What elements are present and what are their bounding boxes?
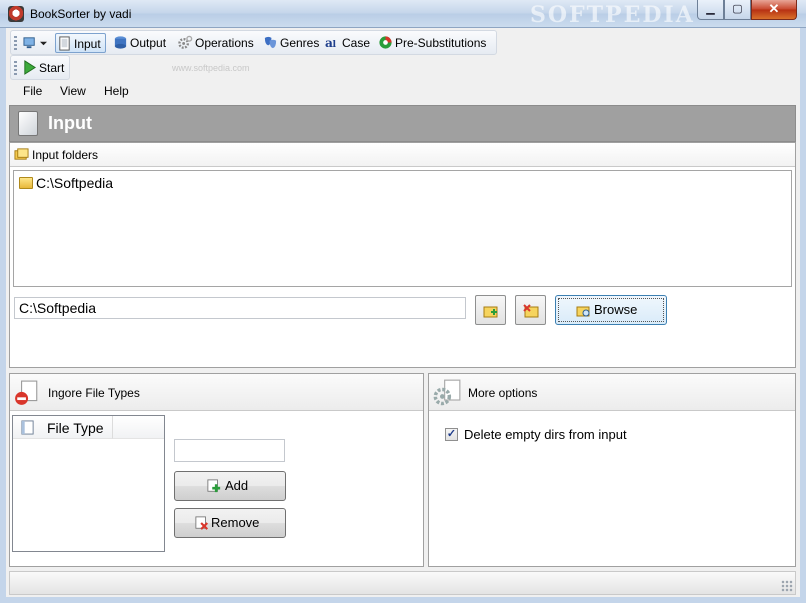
resize-grip[interactable] [781,580,793,592]
ignore-file-types-panel: Ingore File Types File Type Add Remove [9,373,424,567]
add-folder-button[interactable] [475,295,506,325]
delete-empty-dirs-label[interactable]: Delete empty dirs from input [464,427,627,442]
close-button[interactable]: ✕ [751,0,797,20]
folder-path: C:\Softpedia [36,175,114,191]
computer-icon [23,37,35,49]
tab-case-label: Case [342,36,371,50]
more-options-panel: More options ✓ Delete empty dirs from in… [428,373,796,567]
add-label: Add [225,478,249,493]
menu-file[interactable]: File [23,84,42,98]
no-document-icon [15,380,38,405]
gears-icon [178,35,193,49]
menu-view[interactable]: View [60,84,86,98]
column-header-filler [113,416,164,439]
folders-list[interactable]: C:\Softpedia [13,170,792,287]
softpedia-url-watermark: www.softpedia.com [172,63,250,73]
more-options-header: More options [429,374,795,411]
file-type-input[interactable] [174,439,285,462]
document-icon [21,420,34,435]
list-item[interactable]: C:\Softpedia [18,175,113,193]
settings-icon [433,379,461,406]
browse-label: Browse [594,302,638,317]
more-options-heading: More options [468,386,538,400]
start-toolbar: Start [10,55,70,80]
tab-case[interactable]: a l Case [324,33,370,53]
section-header: Input [9,105,796,142]
remove-folder-button[interactable] [515,295,546,325]
tab-genres-label: Genres [280,36,320,50]
input-folders-header: Input folders [10,143,795,167]
delete-empty-dirs-checkbox[interactable]: ✓ [445,428,458,441]
start-button[interactable]: Start [21,58,64,78]
window-title: BookSorter by vadi [30,7,132,21]
tab-operations[interactable]: Operations [177,33,254,53]
tab-output[interactable]: Output [112,33,166,53]
app-icon[interactable] [8,6,24,22]
disk-icon [114,36,127,49]
chevron-down-icon [40,41,47,46]
tab-input-label: Input [74,37,101,51]
file-type-list[interactable]: File Type [12,415,165,552]
document-icon [59,36,70,51]
section-title: Input [48,113,92,133]
column-header-label: File Type [47,420,104,436]
main-toolbar: Input Output Operations Genres a l Case [10,30,497,55]
add-icon [207,479,221,493]
remove-button[interactable]: Remove [174,508,286,538]
ignore-file-types-header: Ingore File Types [10,374,423,411]
refresh-icon [379,36,392,49]
tab-pre-substitutions[interactable]: Pre-Substitutions [377,33,486,53]
folder-search-icon [576,306,590,317]
remove-icon [195,516,209,530]
toolbar-dropdown[interactable] [21,33,49,53]
start-label: Start [39,61,65,75]
folders-icon [14,148,29,160]
document-icon [18,111,38,136]
tab-output-label: Output [130,36,167,50]
folder-path-input[interactable] [14,297,466,319]
toolbar-grip[interactable] [14,36,17,50]
status-bar [9,571,796,595]
softpedia-watermark: SOFTPEDIA [530,2,695,28]
tab-operations-label: Operations [195,36,254,50]
toolbar-grip[interactable] [14,61,17,75]
menu-help[interactable]: Help [104,84,129,98]
ignore-file-types-heading: Ingore File Types [48,386,140,400]
tab-pre-substitutions-label: Pre-Substitutions [395,36,487,50]
folder-remove-icon [523,304,539,318]
add-button[interactable]: Add [174,471,286,501]
title-bar: BookSorter by vadi SOFTPEDIA ▁ ▢ ✕ [0,0,806,28]
input-folders-panel: Input folders C:\Softpedia Browse [9,142,796,368]
tab-input[interactable]: Input [55,33,106,53]
masks-icon [264,36,277,49]
text-case-icon: a l [325,36,337,50]
play-icon [24,60,36,75]
maximize-button[interactable]: ▢ [724,0,751,20]
svg-text:l: l [333,39,337,50]
tab-genres[interactable]: Genres [262,33,319,53]
column-header-file-type[interactable]: File Type [13,416,113,439]
folder-add-icon [483,306,498,318]
browse-button[interactable]: Browse [555,295,667,325]
minimize-button[interactable]: ▁ [697,0,724,20]
remove-label: Remove [211,515,260,530]
folder-icon [19,177,33,189]
input-folders-heading: Input folders [32,148,99,162]
